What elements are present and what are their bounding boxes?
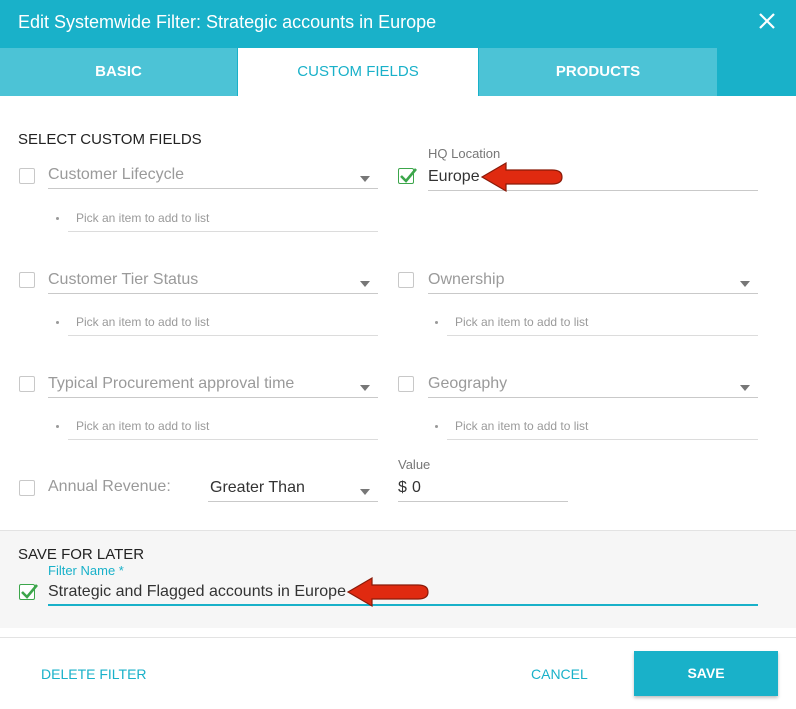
dialog-title: Edit Systemwide Filter: Strategic accoun…: [18, 12, 437, 32]
geography-select[interactable]: Geography: [428, 372, 758, 398]
pick-placeholder: Pick an item to add to list: [455, 419, 589, 433]
chevron-down-icon: [360, 176, 370, 182]
save-for-later-title: SAVE FOR LATER: [18, 546, 145, 563]
typical-procurement-checkbox[interactable]: [19, 376, 35, 392]
cancel-button[interactable]: CANCEL: [531, 666, 588, 682]
ownership-label: Ownership: [428, 271, 505, 288]
checkmark-icon: [400, 168, 417, 183]
chevron-down-icon: [740, 385, 750, 391]
geography-checkbox[interactable]: [398, 376, 414, 392]
tab-products[interactable]: PRODUCTS: [479, 48, 717, 96]
geography-label: Geography: [428, 375, 508, 392]
hq-location-select[interactable]: Europe: [428, 165, 758, 191]
revenue-value: 0: [412, 479, 421, 496]
hq-location-value: Europe: [428, 168, 480, 185]
save-filter-checkbox[interactable]: [19, 584, 38, 600]
footer-divider: [0, 637, 796, 638]
customer-tier-status-select[interactable]: Customer Tier Status: [48, 268, 378, 294]
customer-lifecycle-select[interactable]: Customer Lifecycle: [48, 163, 378, 189]
revenue-value-input[interactable]: $ 0: [398, 476, 568, 502]
customer-tier-status-checkbox[interactable]: [19, 272, 35, 288]
tab-basic[interactable]: BASIC: [0, 48, 237, 96]
filter-name-label: Filter Name *: [48, 563, 124, 578]
customer-tier-status-pick-input[interactable]: Pick an item to add to list: [56, 314, 378, 336]
checkmark-icon: [21, 584, 38, 599]
dialog-header: Edit Systemwide Filter: Strategic accoun…: [0, 0, 796, 46]
tab-custom-fields[interactable]: CUSTOM FIELDS: [238, 48, 478, 96]
hq-location-label: HQ Location: [428, 146, 501, 161]
geography-pick-input[interactable]: Pick an item to add to list: [435, 418, 758, 440]
bullet-icon: [56, 321, 59, 324]
chevron-down-icon: [360, 385, 370, 391]
annotation-arrow-icon: [346, 576, 429, 608]
ownership-pick-input[interactable]: Pick an item to add to list: [435, 314, 758, 336]
currency-symbol: $: [398, 479, 407, 496]
annual-revenue-checkbox[interactable]: [19, 480, 35, 496]
bullet-icon: [56, 217, 59, 220]
pick-placeholder: Pick an item to add to list: [455, 315, 589, 329]
chevron-down-icon: [360, 281, 370, 287]
select-custom-fields-title: SELECT CUSTOM FIELDS: [18, 131, 202, 148]
save-for-later-section: SAVE FOR LATER Filter Name * Strategic a…: [0, 530, 796, 628]
chevron-down-icon: [360, 489, 370, 495]
delete-filter-button[interactable]: DELETE FILTER: [41, 666, 147, 682]
revenue-operator-select[interactable]: Greater Than: [208, 476, 378, 502]
annotation-arrow-icon: [480, 161, 563, 193]
hq-location-checkbox[interactable]: [398, 168, 417, 184]
typical-procurement-pick-input[interactable]: Pick an item to add to list: [56, 418, 378, 440]
filter-name-value: Strategic and Flagged accounts in Europe: [48, 583, 346, 600]
pick-placeholder: Pick an item to add to list: [76, 419, 210, 433]
close-icon[interactable]: [754, 8, 780, 34]
customer-lifecycle-label: Customer Lifecycle: [48, 166, 185, 183]
tab-bar: BASIC CUSTOM FIELDS PRODUCTS: [0, 46, 796, 96]
save-button[interactable]: SAVE: [634, 651, 778, 696]
customer-tier-status-label: Customer Tier Status: [48, 271, 199, 288]
pick-placeholder: Pick an item to add to list: [76, 315, 210, 329]
pick-placeholder: Pick an item to add to list: [76, 211, 210, 225]
bullet-icon: [435, 321, 438, 324]
annual-revenue-label: Annual Revenue:: [48, 478, 171, 495]
ownership-checkbox[interactable]: [398, 272, 414, 288]
revenue-value-label: Value: [398, 457, 431, 472]
bullet-icon: [56, 425, 59, 428]
chevron-down-icon: [740, 281, 750, 287]
customer-lifecycle-pick-input[interactable]: Pick an item to add to list: [56, 210, 378, 232]
bullet-icon: [435, 425, 438, 428]
typical-procurement-select[interactable]: Typical Procurement approval time: [48, 372, 378, 398]
customer-lifecycle-checkbox[interactable]: [19, 168, 35, 184]
typical-procurement-label: Typical Procurement approval time: [48, 375, 295, 392]
revenue-operator-value: Greater Than: [210, 479, 305, 496]
ownership-select[interactable]: Ownership: [428, 268, 758, 294]
